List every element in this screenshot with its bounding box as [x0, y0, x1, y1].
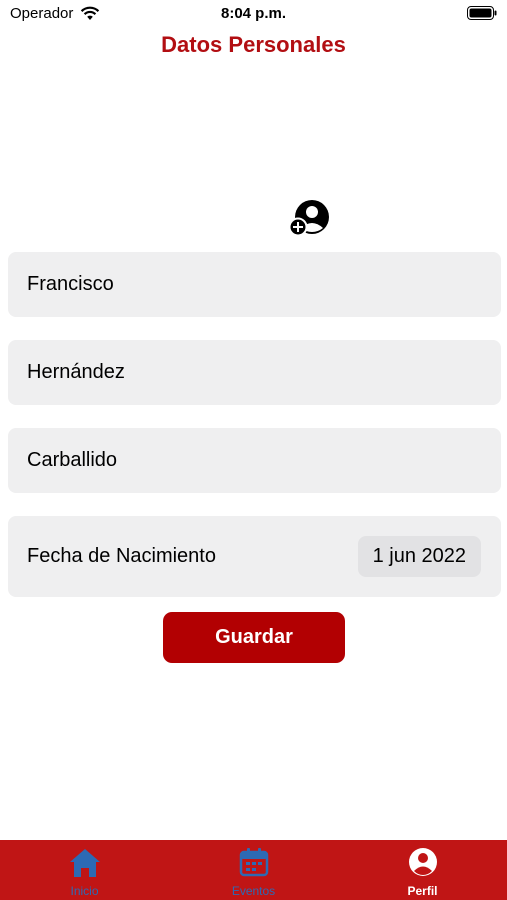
tab-perfil[interactable]: Perfil [338, 840, 507, 900]
tab-bar: Inicio Eventos Perfil [0, 840, 507, 900]
home-icon [69, 849, 100, 877]
last-name-field[interactable]: Hernández [8, 340, 501, 405]
second-last-name-field[interactable]: Carballido [8, 428, 501, 493]
tab-eventos[interactable]: Eventos [169, 840, 338, 900]
birth-date-label: Fecha de Nacimiento [27, 545, 216, 567]
clock-label: 8:04 p.m. [220, 5, 287, 22]
save-button[interactable]: Guardar [163, 612, 345, 663]
tab-label-eventos: Eventos [231, 884, 276, 898]
birth-date-row: Fecha de Nacimiento 1 jun 2022 [8, 516, 501, 597]
tab-inicio[interactable]: Inicio [0, 840, 169, 900]
add-profile-photo-icon[interactable] [288, 198, 330, 238]
battery-icon [467, 6, 497, 20]
page-title: Datos Personales [161, 32, 346, 57]
first-name-field[interactable]: Francisco [8, 252, 501, 317]
last-name-value: Hernández [27, 361, 125, 383]
first-name-value: Francisco [27, 273, 114, 295]
status-bar: Operador 8:04 p.m. [0, 0, 507, 28]
tab-label-inicio: Inicio [70, 884, 99, 898]
birth-date-picker[interactable]: 1 jun 2022 [357, 536, 481, 577]
tab-label-perfil: Perfil [407, 884, 438, 898]
profile-icon [408, 848, 437, 876]
calendar-icon [239, 848, 268, 877]
second-last-name-value: Carballido [27, 449, 118, 471]
